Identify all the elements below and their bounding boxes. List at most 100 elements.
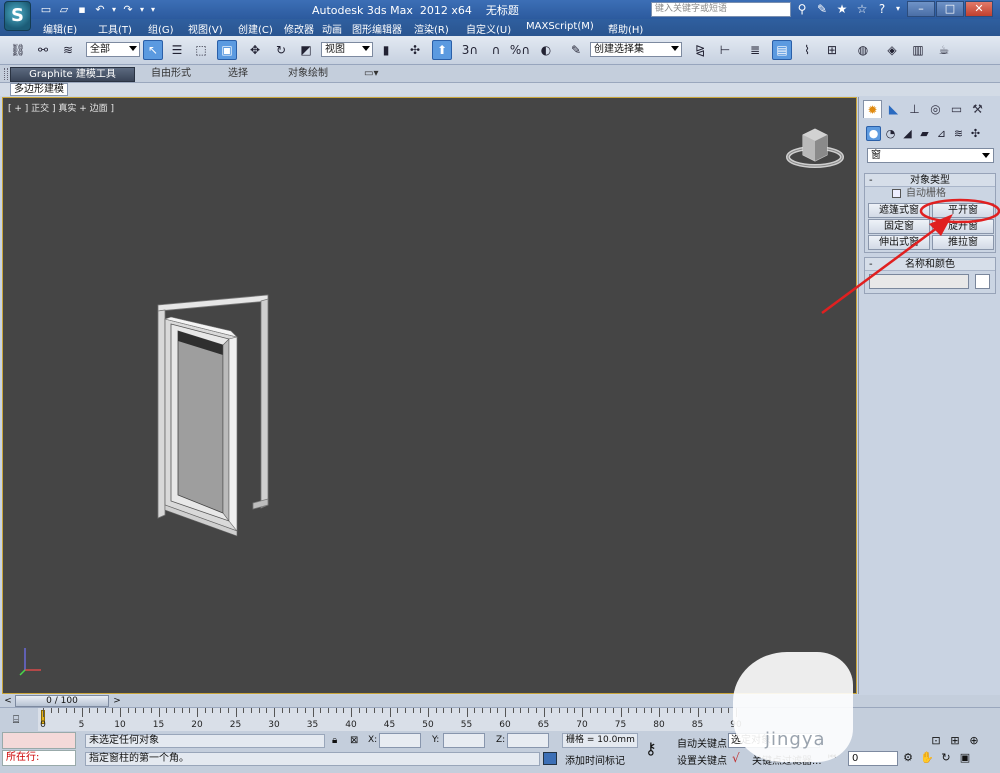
scale-icon[interactable]: ◩	[296, 40, 316, 60]
menu-animation[interactable]: 动画	[322, 21, 352, 36]
selected-object-dropdown[interactable]: 选定对象	[728, 733, 820, 748]
bind-space-warp-icon[interactable]: ≋	[58, 40, 78, 60]
time-slider-next[interactable]: >	[111, 695, 123, 707]
app-logo-button[interactable]: S	[4, 1, 31, 31]
add-time-tag-button[interactable]: 添加时间标记	[565, 752, 625, 767]
menu-graph-editors[interactable]: 图形编辑器	[352, 21, 414, 36]
geometry-category-dropdown[interactable]: 窗	[867, 148, 994, 163]
maxscript-listener-box[interactable]	[2, 732, 76, 749]
graphite-toggle-icon[interactable]: ▤	[772, 40, 792, 60]
ribbon-options-icon[interactable]: ▭▾	[358, 67, 384, 82]
align-icon[interactable]: ⊢	[715, 40, 735, 60]
auto-key-button[interactable]: 自动关键点	[677, 735, 727, 750]
window-crossing-icon[interactable]: ▣	[217, 40, 237, 60]
maximize-button[interactable]: □	[936, 1, 964, 17]
hierarchy-tab-icon[interactable]: ⊥	[905, 100, 924, 118]
communication-center-icon[interactable]: ★	[834, 1, 850, 17]
track-timeline[interactable]: 0 5 10 15 20 25 30 35 40 45 50 55 60 65 70 75 80 85 90	[38, 708, 742, 732]
goto-start-icon[interactable]: ⏮	[828, 752, 836, 762]
undo-icon[interactable]: ↶	[92, 1, 108, 17]
lock-icon[interactable]: 🔒︎	[332, 735, 337, 746]
helpers-icon[interactable]: ⊿	[934, 126, 949, 141]
fixed-window-button[interactable]: 固定窗	[868, 219, 930, 234]
help-search-input[interactable]: 键入关键字或短语	[651, 2, 791, 17]
y-coord-field[interactable]	[443, 733, 485, 748]
rendered-frame-window-icon[interactable]: ▥	[908, 40, 928, 60]
key-icon[interactable]: ⚷	[645, 739, 657, 758]
curve-editor-icon[interactable]: ⌇	[797, 40, 817, 60]
percent-snap-icon[interactable]: % ∩	[510, 40, 530, 60]
help-dropdown-icon[interactable]: ▾	[894, 1, 902, 17]
awning-window-button[interactable]: 遮篷式窗	[868, 203, 930, 218]
new-file-icon[interactable]: ▭	[38, 1, 54, 17]
named-selection-dropdown[interactable]: 创建选择集	[590, 42, 682, 57]
favorites-icon[interactable]: ☆	[854, 1, 870, 17]
perspective-viewport[interactable]: [ + ] 正交 ] 真实 + 边面 ]	[2, 97, 857, 694]
menu-maxscript[interactable]: MAXScript(M)	[526, 21, 608, 36]
tab-object-paint[interactable]: 对象绘制	[282, 67, 334, 82]
collapse-icon[interactable]: -	[869, 174, 873, 187]
cameras-icon[interactable]: ▰	[917, 126, 932, 141]
space-warps-icon[interactable]: ≋	[951, 126, 966, 141]
minimize-button[interactable]: –	[907, 1, 935, 17]
viewcube[interactable]	[785, 123, 845, 171]
object-name-input[interactable]	[869, 274, 969, 289]
polygon-modeling-panel[interactable]: 多边形建模	[10, 83, 68, 96]
pivot-center-icon[interactable]: ▮	[376, 40, 396, 60]
zoom-extents-icon[interactable]: ⊡	[928, 734, 944, 748]
mirror-icon[interactable]: ⧎	[690, 40, 710, 60]
subscription-icon[interactable]: ✎	[814, 1, 830, 17]
settings-icon[interactable]: ⚙	[900, 751, 916, 765]
maximize-viewport-icon[interactable]: ⊕	[966, 734, 982, 748]
redo-dropdown-icon[interactable]: ▾	[138, 1, 146, 17]
collapse-icon[interactable]: -	[869, 258, 873, 271]
lights-icon[interactable]: ◢	[900, 126, 915, 141]
systems-icon[interactable]: ✣	[968, 126, 983, 141]
current-frame-field[interactable]: 0	[848, 751, 898, 766]
open-file-icon[interactable]: ▱	[56, 1, 72, 17]
customize-qa-icon[interactable]: ▾	[148, 1, 158, 17]
select-manipulate-icon[interactable]: ✣	[405, 40, 425, 60]
pan-hand-icon[interactable]: ✋	[919, 751, 935, 765]
autogrid-checkbox[interactable]	[892, 189, 901, 198]
layer-manager-icon[interactable]: ≣	[745, 40, 765, 60]
maxscript-mini-listener[interactable]: 所在行:	[2, 750, 76, 766]
menu-views[interactable]: 视图(V)	[188, 21, 238, 36]
unlink-icon[interactable]: ⚯	[33, 40, 53, 60]
set-key-button[interactable]: 设置关键点	[677, 752, 727, 767]
key-filters-button[interactable]: 关键点过滤器...	[752, 752, 822, 767]
projected-window-button[interactable]: 伸出式窗	[868, 235, 930, 250]
casement-window-model[interactable]	[153, 293, 273, 538]
render-production-icon[interactable]: ☕	[934, 40, 954, 60]
menu-create[interactable]: 创建(C)	[238, 21, 284, 36]
object-type-header[interactable]: - 对象类型	[865, 174, 995, 187]
time-tag-icon[interactable]	[543, 752, 557, 765]
x-coord-field[interactable]	[379, 733, 421, 748]
menu-rendering[interactable]: 渲染(R)	[414, 21, 466, 36]
select-by-name-icon[interactable]: ☰	[167, 40, 187, 60]
sliding-window-button[interactable]: 推拉窗	[932, 235, 994, 250]
casement-window-button[interactable]: 平开窗	[932, 203, 994, 218]
keyboard-shortcut-override-icon[interactable]: ⬆	[432, 40, 452, 60]
zoom-all-icon[interactable]: ⊞	[947, 734, 963, 748]
pivoted-window-button[interactable]: 旋开窗	[932, 219, 994, 234]
absolute-mode-icon[interactable]: ⊠	[350, 735, 358, 746]
maximize-toggle-icon[interactable]: ▣	[957, 751, 973, 765]
menu-help[interactable]: 帮助(H)	[608, 21, 658, 36]
material-editor-icon[interactable]: ◍	[853, 40, 873, 60]
close-button[interactable]: ✕	[965, 1, 993, 17]
menu-edit[interactable]: 编辑(E)	[43, 21, 98, 36]
move-icon[interactable]: ✥	[245, 40, 265, 60]
link-icon[interactable]: ⛓	[8, 40, 28, 60]
tab-freeform[interactable]: 自由形式	[145, 67, 197, 82]
name-and-color-header[interactable]: - 名称和颜色	[865, 258, 995, 271]
shapes-icon[interactable]: ◔	[883, 126, 898, 141]
render-setup-icon[interactable]: ◈	[882, 40, 902, 60]
z-coord-field[interactable]	[507, 733, 549, 748]
key-filter-icon[interactable]: √	[732, 751, 740, 765]
spinner-snap-icon[interactable]: ◐	[536, 40, 556, 60]
modify-tab-icon[interactable]: ◣	[884, 100, 903, 118]
tab-graphite-modeling[interactable]: Graphite 建模工具	[10, 67, 135, 82]
help-icon[interactable]: ?	[874, 1, 890, 17]
mini-curve-editor-icon[interactable]: ⌸	[7, 713, 25, 727]
